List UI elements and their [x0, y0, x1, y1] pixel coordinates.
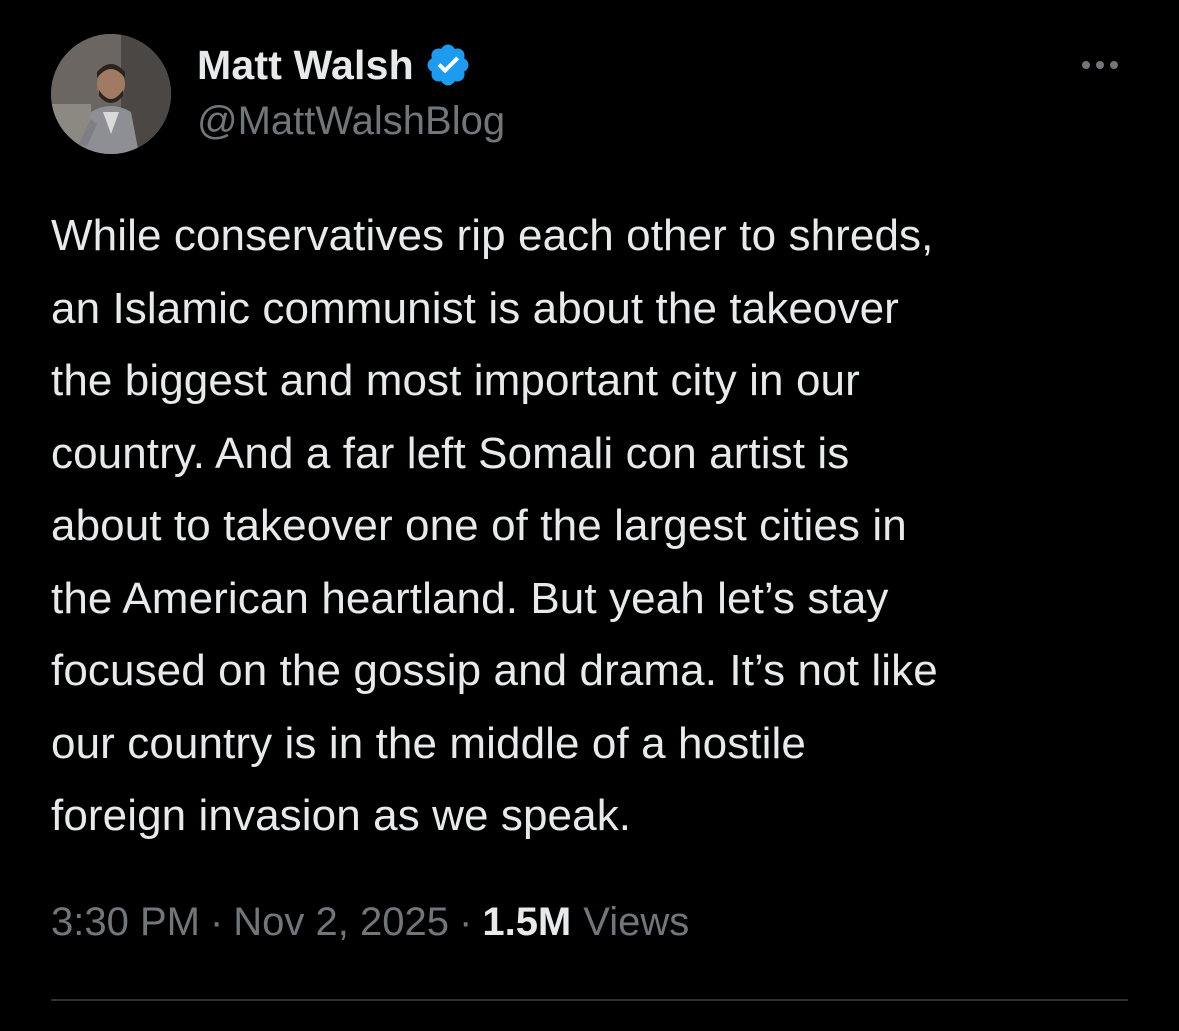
tweet-text-line: about to takeover one of the largest cit…	[51, 501, 907, 550]
tweet-text-line: the American heartland. But yeah let’s s…	[51, 573, 889, 623]
more-options-button[interactable]	[1070, 50, 1130, 80]
tweet-text-line: an Islamic communist is about the takeov…	[51, 283, 899, 333]
meta-separator: ·	[459, 899, 473, 944]
tweet-time[interactable]: 3:30 PM	[51, 900, 200, 945]
more-dot-icon	[1096, 61, 1104, 69]
tweet-date[interactable]: Nov 2, 2025	[233, 900, 449, 945]
author-handle[interactable]: @MattWalshBlog	[197, 99, 505, 144]
verified-badge-icon[interactable]	[424, 41, 472, 89]
tweet-text-line: our country is in the middle of a hostil…	[51, 718, 806, 768]
profile-photo-icon	[51, 34, 171, 154]
tweet-text-line: focused on the gossip and drama. It’s no…	[51, 646, 938, 695]
meta-separator: ·	[209, 899, 224, 944]
views-count[interactable]: 1.5M	[482, 900, 571, 945]
divider	[51, 999, 1128, 1001]
more-dot-icon	[1082, 61, 1090, 69]
tweet: Matt Walsh @MattWalshBlog While conserva…	[0, 0, 1179, 1031]
tweet-metadata: 3:30 PM · Nov 2, 2025 · 1.5M Views	[51, 892, 689, 952]
author-name-row: Matt Walsh	[197, 40, 472, 90]
author-name[interactable]: Matt Walsh	[197, 42, 414, 89]
tweet-text-line: foreign invasion as we speak.	[51, 791, 632, 840]
tweet-text: While conservatives rip each other to sh…	[51, 200, 1141, 853]
avatar[interactable]	[51, 34, 171, 154]
tweet-text-line: While conservatives rip each other to sh…	[51, 211, 934, 260]
views-label[interactable]: Views	[583, 900, 689, 945]
tweet-text-line: the biggest and most important city in o…	[51, 356, 860, 405]
tweet-text-line: country. And a far left Somali con artis…	[51, 428, 850, 478]
more-dot-icon	[1110, 61, 1118, 69]
